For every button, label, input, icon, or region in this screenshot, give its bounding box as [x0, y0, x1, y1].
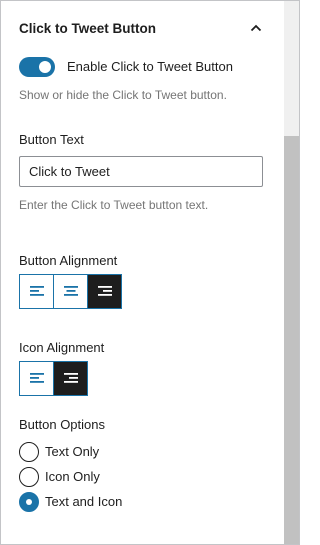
settings-panel-frame: Click to Tweet Button Enable Click to Tw… [0, 0, 300, 545]
radio-label[interactable]: Icon Only [45, 469, 100, 484]
button-alignment-group [19, 274, 122, 309]
button-alignment-label: Button Alignment [19, 253, 118, 268]
align-left-icon [29, 372, 44, 383]
radio-option-text-and-icon[interactable]: Text and Icon [19, 492, 219, 514]
radio-label[interactable]: Text Only [45, 444, 99, 459]
button-text-help: Enter the Click to Tweet button text. [19, 198, 209, 212]
enable-toggle-row: Enable Click to Tweet Button [19, 57, 279, 79]
button-align-right-button[interactable] [87, 274, 122, 309]
align-left-icon [29, 285, 44, 296]
align-center-icon [63, 285, 78, 296]
radio-button[interactable] [19, 442, 39, 462]
scrollbar-thumb[interactable] [284, 136, 299, 544]
radio-dot [25, 498, 32, 505]
radio-option-icon-only[interactable]: Icon Only [19, 467, 219, 489]
button-text-input[interactable] [19, 156, 263, 187]
collapse-button[interactable] [245, 17, 267, 39]
enable-click-to-tweet-toggle[interactable] [19, 57, 55, 77]
icon-align-right-button[interactable] [53, 361, 88, 396]
button-options-label: Button Options [19, 417, 105, 432]
toggle-knob [39, 61, 51, 73]
align-right-icon [97, 285, 112, 296]
radio-label[interactable]: Text and Icon [45, 494, 122, 509]
enable-toggle-label[interactable]: Enable Click to Tweet Button [67, 59, 233, 74]
panel-header[interactable]: Click to Tweet Button [1, 1, 284, 57]
radio-option-text-only[interactable]: Text Only [19, 442, 219, 464]
click-to-tweet-panel: Click to Tweet Button Enable Click to Tw… [1, 1, 284, 544]
button-text-label: Button Text [19, 132, 84, 147]
radio-button[interactable] [19, 467, 39, 487]
icon-alignment-group [19, 361, 88, 396]
button-align-center-button[interactable] [53, 274, 88, 309]
icon-alignment-label: Icon Alignment [19, 340, 105, 355]
enable-toggle-help: Show or hide the Click to Tweet button. [19, 88, 227, 102]
panel-title: Click to Tweet Button [19, 21, 156, 36]
button-align-left-button[interactable] [19, 274, 54, 309]
chevron-up-icon [250, 24, 262, 32]
radio-button-selected[interactable] [19, 492, 39, 512]
align-right-icon [63, 372, 78, 383]
icon-align-left-button[interactable] [19, 361, 54, 396]
